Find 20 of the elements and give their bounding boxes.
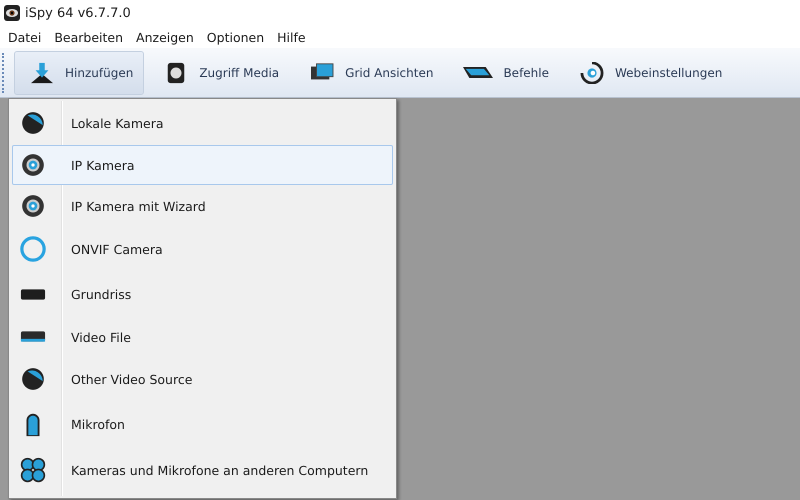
dropdown-item[interactable]: Video File bbox=[12, 317, 393, 357]
dropdown-item[interactable]: Lokale Kamera bbox=[12, 101, 393, 145]
toolbar-button[interactable]: Hinzufügen bbox=[14, 50, 144, 94]
menu-item[interactable]: Datei bbox=[2, 30, 48, 44]
toolbar-button[interactable]: Zugriff Media bbox=[148, 50, 290, 94]
menu-item[interactable]: Anzeigen bbox=[130, 30, 201, 44]
menu-item[interactable]: Hilfe bbox=[271, 30, 313, 44]
toolbar-button[interactable]: Webeinstellungen bbox=[564, 50, 734, 94]
menu-item[interactable]: Optionen bbox=[200, 30, 272, 44]
toolbar-button[interactable]: Befehle bbox=[448, 50, 560, 94]
window-title: iSpy 64 v6.7.7.0 bbox=[25, 6, 131, 20]
dropdown-item[interactable]: Grundriss bbox=[12, 271, 393, 317]
toolbar-button[interactable]: Grid Ansichten bbox=[294, 50, 444, 94]
dropdown-item[interactable]: IP Kamera bbox=[12, 145, 393, 185]
dropdown-item[interactable]: Mikrofon bbox=[12, 401, 393, 447]
dropdown-item[interactable]: Other Video Source bbox=[12, 357, 393, 401]
dropdown-item[interactable]: IP Kamera mit Wizard bbox=[12, 185, 393, 227]
menu-item[interactable]: Bearbeiten bbox=[48, 30, 130, 44]
dropdown-item[interactable]: ONVIF Camera bbox=[12, 227, 393, 271]
dropdown-item[interactable]: Kameras und Mikrofone an anderen Computern bbox=[12, 447, 393, 493]
